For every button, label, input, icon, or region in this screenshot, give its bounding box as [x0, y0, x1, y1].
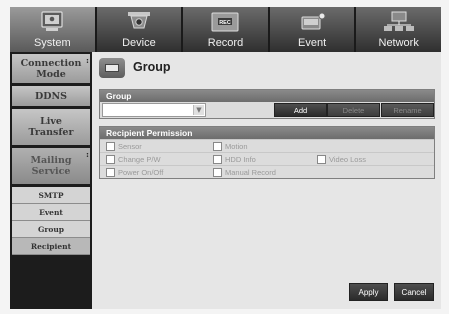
checkbox-label: Motion [225, 142, 248, 151]
tab-network[interactable]: Network [356, 7, 441, 52]
page-title: Group [133, 60, 171, 74]
sidebar-item-live-transfer[interactable]: Live Transfer [12, 109, 90, 145]
group-select[interactable]: ▼ [102, 103, 206, 117]
group-page-icon [99, 58, 125, 78]
checkbox-label: Power On/Off [118, 168, 164, 177]
svg-text:REC: REC [220, 20, 232, 26]
checkbox-label: Change P/W [118, 155, 161, 164]
delete-button[interactable]: Delete [327, 103, 380, 117]
event-icon [301, 12, 326, 30]
tab-label: Event [298, 37, 327, 49]
sidebar-subitem-label: SMTP [38, 190, 64, 200]
dvr-setup-window: System Device REC Record Event Network C… [10, 7, 441, 309]
sidebar-item-label: Connection Mode [20, 57, 82, 80]
chevron-down-icon[interactable]: ▼ [193, 105, 204, 115]
tab-label: System [33, 37, 71, 49]
checkbox-label: Sensor [118, 142, 142, 151]
system-icon [41, 11, 63, 31]
permission-row: Change P/W HDD Info Video Loss [100, 152, 434, 165]
permission-row: Power On/Off Manual Record [100, 165, 434, 178]
apply-button[interactable]: Apply [349, 283, 388, 301]
network-icon [383, 11, 414, 31]
cancel-button[interactable]: Cancel [394, 283, 434, 301]
sidebar-subitem-label: Group [37, 224, 65, 234]
sidebar-subitem-recipient[interactable]: Recipient [12, 238, 90, 255]
tab-label: Device [122, 37, 156, 49]
tab-device[interactable]: Device [96, 7, 184, 52]
main-tab-bar: System Device REC Record Event Network [10, 7, 441, 52]
sidebar-item-label: Live Transfer [28, 116, 74, 138]
change-pw-checkbox[interactable] [106, 155, 115, 164]
sidebar-subitem-smtp[interactable]: SMTP [12, 187, 90, 204]
motion-checkbox[interactable] [213, 142, 222, 151]
record-icon: REC [211, 12, 239, 32]
tab-label: Record [207, 37, 244, 49]
tab-system[interactable]: System [10, 7, 97, 52]
sidebar-subitem-label: Event [39, 207, 63, 217]
permission-panel-header: Recipient Permission [100, 127, 434, 139]
hdd-info-checkbox[interactable] [213, 155, 222, 164]
group-panel-header: Group [100, 90, 434, 102]
rename-button[interactable]: Rename [381, 103, 434, 117]
sidebar-item-label: Mailing Service [30, 155, 72, 177]
camera-icon [127, 12, 150, 29]
checkbox-label: HDD Info [225, 155, 256, 164]
sidebar-indicator-mark: : [86, 149, 89, 159]
sidebar-subitem-label: Recipient [30, 241, 72, 251]
tab-label: Network [378, 37, 419, 49]
sidebar-item-ddns[interactable]: DDNS [12, 86, 90, 106]
recipient-permission-panel: Recipient Permission Sensor Motion Chang… [99, 126, 435, 179]
sidebar-subitem-event[interactable]: Event [12, 204, 90, 221]
sidebar-item-mailing-service[interactable]: Mailing Service : [12, 148, 90, 184]
sensor-checkbox[interactable] [106, 142, 115, 151]
checkbox-label: Video Loss [329, 155, 366, 164]
sidebar-indicator-mark: : [86, 55, 89, 65]
group-panel: Group ▼ Add Delete Rename [99, 89, 435, 119]
sidebar-item-connection-mode[interactable]: Connection Mode : [12, 54, 90, 83]
video-loss-checkbox[interactable] [317, 155, 326, 164]
tab-record[interactable]: REC Record [183, 7, 270, 52]
permission-row: Sensor Motion [100, 139, 434, 152]
tab-event[interactable]: Event [269, 7, 357, 52]
add-button[interactable]: Add [274, 103, 327, 117]
sidebar-subitem-group[interactable]: Group [12, 221, 90, 238]
manual-record-checkbox[interactable] [213, 168, 222, 177]
power-on-off-checkbox[interactable] [106, 168, 115, 177]
content-area: Group Group ▼ Add Delete Rename Recipien… [92, 52, 441, 309]
sidebar-item-label: DDNS [34, 90, 68, 102]
checkbox-label: Manual Record [225, 168, 276, 177]
settings-sidebar: Connection Mode : DDNS Live Transfer Mai… [10, 52, 92, 309]
